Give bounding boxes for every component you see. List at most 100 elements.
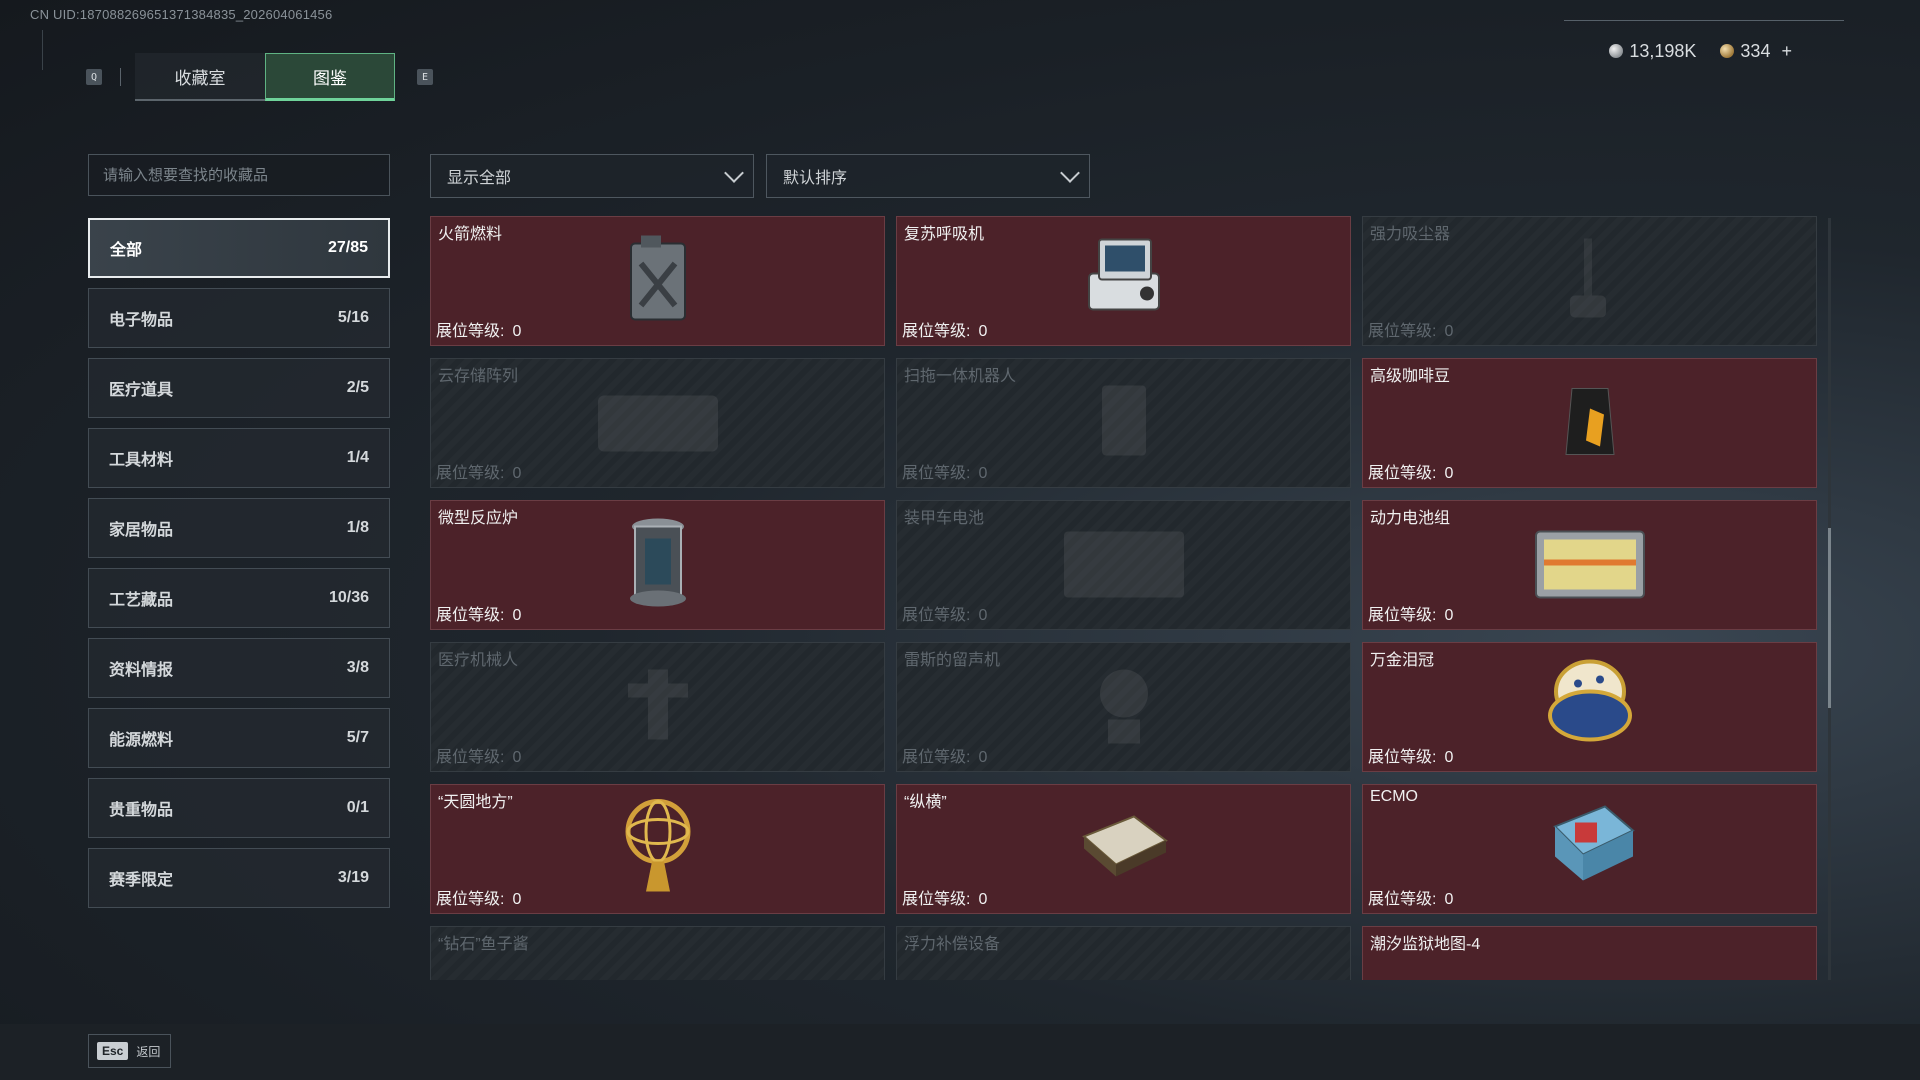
- collection-card[interactable]: 万金泪冠 展位等级: 0: [1362, 642, 1817, 772]
- category-count: 10/36: [328, 589, 369, 606]
- category-label: 电子物品: [109, 312, 174, 329]
- tab-collection-room[interactable]: 收藏室: [135, 53, 265, 101]
- category-item[interactable]: 赛季限定 3/19: [88, 848, 390, 908]
- silver-amount: 13,198K: [1629, 41, 1697, 61]
- category-item[interactable]: 工艺藏品 10/36: [88, 568, 390, 628]
- tab-catalog[interactable]: 图鉴: [265, 53, 395, 101]
- collection-card[interactable]: 医疗机械人 展位等级: 0: [430, 642, 885, 772]
- level-label: 展位等级:: [436, 465, 505, 482]
- fuel-canister-icon: [623, 234, 693, 329]
- item-level: 展位等级: 0: [902, 317, 987, 341]
- collection-card[interactable]: 云存储阵列 展位等级: 0: [430, 358, 885, 488]
- coffee-bag-icon: [1560, 381, 1620, 466]
- back-button[interactable]: Esc 返回: [88, 1034, 172, 1068]
- category-item[interactable]: 全部 27/85: [88, 218, 390, 278]
- level-value: 0: [1444, 323, 1454, 340]
- add-currency-button[interactable]: +: [1781, 41, 1792, 61]
- item-name: 高级咖啡豆: [1370, 368, 1451, 385]
- item-name: 微型反应炉: [438, 510, 519, 527]
- category-item[interactable]: 电子物品 5/16: [88, 288, 390, 348]
- category-count: 3/19: [337, 869, 369, 886]
- next-tab-key-hint[interactable]: E: [417, 69, 433, 85]
- silver-currency: 13,198K: [1609, 41, 1696, 62]
- category-count: 5/16: [337, 309, 369, 326]
- category-label: 能源燃料: [109, 732, 174, 749]
- item-name: 雷斯的留声机: [904, 652, 1001, 669]
- level-label: 展位等级:: [436, 323, 505, 340]
- level-label: 展位等级:: [902, 465, 971, 482]
- level-value: 0: [512, 607, 522, 624]
- robot-vacuum-icon: [1084, 376, 1164, 471]
- ecmo-machine-icon: [1535, 797, 1645, 902]
- item-name: 装甲车电池: [904, 510, 985, 527]
- display-filter-dropdown[interactable]: 显示全部: [430, 154, 754, 198]
- ventilator-icon: [1079, 234, 1169, 329]
- level-value: 0: [1444, 465, 1454, 482]
- item-level: 展位等级: 0: [902, 885, 987, 909]
- category-item[interactable]: 家居物品 1/8: [88, 498, 390, 558]
- category-item[interactable]: 能源燃料 5/7: [88, 708, 390, 768]
- chessboard-icon: [1074, 807, 1174, 892]
- gold-amount: 334: [1740, 41, 1771, 61]
- collection-card[interactable]: 动力电池组 展位等级: 0: [1362, 500, 1817, 630]
- collection-card[interactable]: 装甲车电池 展位等级: 0: [896, 500, 1351, 630]
- scrollbar-thumb[interactable]: [1828, 528, 1831, 708]
- item-level: 展位等级: 0: [436, 885, 521, 909]
- collection-card[interactable]: ECMO 展位等级: 0: [1362, 784, 1817, 914]
- item-level: 展位等级: 0: [1368, 885, 1453, 909]
- collection-card[interactable]: “钻石”鱼子酱: [430, 926, 885, 980]
- reactor-icon: [623, 513, 693, 618]
- item-name: 动力电池组: [1370, 510, 1451, 527]
- collection-card[interactable]: 高级咖啡豆展位等级: 0: [1362, 358, 1817, 488]
- collection-card[interactable]: 浮力补偿设备: [896, 926, 1351, 980]
- collection-card[interactable]: 潮汐监狱地图-4: [1362, 926, 1817, 980]
- level-label: 展位等级:: [1368, 891, 1437, 908]
- collection-grid-viewport[interactable]: 火箭燃料 展位等级: 0 复苏呼吸机 展位等级: 0 强力吸尘器 展位等级: 0 云存储阵列 展位等…: [430, 216, 1830, 980]
- battery-icon: [1054, 518, 1194, 613]
- level-label: 展位等级:: [436, 607, 505, 624]
- gold-coin-icon: [1720, 44, 1735, 58]
- level-label: 展位等级:: [902, 891, 971, 908]
- collection-card[interactable]: 强力吸尘器 展位等级: 0: [1362, 216, 1817, 346]
- collection-card[interactable]: 雷斯的留声机展位等级: 0: [896, 642, 1351, 772]
- bottom-bar: [0, 1024, 1920, 1080]
- level-value: 0: [978, 891, 988, 908]
- item-level: 展位等级: 0: [902, 743, 987, 767]
- category-label: 全部: [110, 242, 143, 259]
- item-level: 展位等级: 0: [436, 317, 521, 341]
- item-name: 医疗机械人: [438, 652, 519, 669]
- category-item[interactable]: 医疗道具 2/5: [88, 358, 390, 418]
- collection-card[interactable]: 复苏呼吸机 展位等级: 0: [896, 216, 1351, 346]
- level-value: 0: [978, 465, 988, 482]
- category-item[interactable]: 工具材料 1/4: [88, 428, 390, 488]
- level-value: 0: [978, 749, 988, 766]
- collectible-search-input[interactable]: [88, 154, 390, 196]
- sort-dropdown[interactable]: 默认排序: [766, 154, 1090, 198]
- category-item[interactable]: 贵重物品 0/1: [88, 778, 390, 838]
- gramophone-icon: [1084, 660, 1164, 755]
- item-level: 展位等级: 0: [1368, 317, 1453, 341]
- category-label: 家居物品: [109, 522, 174, 539]
- item-name: 万金泪冠: [1370, 652, 1435, 669]
- level-label: 展位等级:: [436, 891, 505, 908]
- gold-currency[interactable]: 334 +: [1720, 41, 1792, 62]
- battery-pack-icon: [1530, 518, 1650, 613]
- prev-tab-key-hint[interactable]: Q: [86, 69, 102, 85]
- category-label: 贵重物品: [109, 802, 174, 819]
- vacuum-icon: [1560, 234, 1620, 329]
- level-label: 展位等级:: [436, 749, 505, 766]
- item-level: 展位等级: 0: [1368, 459, 1453, 483]
- esc-key-hint: Esc: [97, 1042, 129, 1060]
- collection-card[interactable]: 微型反应炉展位等级: 0: [430, 500, 885, 630]
- collection-card[interactable]: 扫拖一体机器人 展位等级: 0: [896, 358, 1351, 488]
- tab-bar: Q 收藏室 图鉴 E: [86, 53, 433, 101]
- jeweled-egg-icon: [1540, 650, 1640, 765]
- category-count: 2/5: [346, 379, 369, 396]
- currency-bar: 13,198K 334 +: [1609, 41, 1792, 62]
- collection-card[interactable]: 火箭燃料 展位等级: 0: [430, 216, 885, 346]
- category-item[interactable]: 资料情报 3/8: [88, 638, 390, 698]
- display-filter-value: 显示全部: [447, 170, 512, 187]
- chevron-down-icon: [1060, 163, 1080, 183]
- collection-card[interactable]: “纵横” 展位等级: 0: [896, 784, 1351, 914]
- collection-card[interactable]: “天圆地方” 展位等级: 0: [430, 784, 885, 914]
